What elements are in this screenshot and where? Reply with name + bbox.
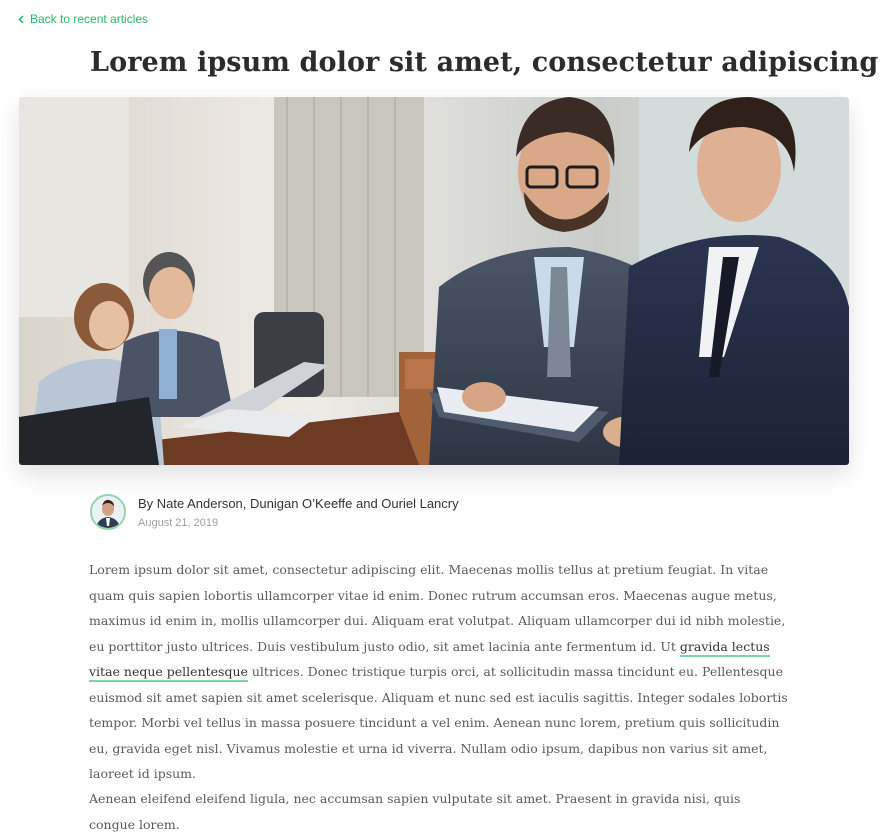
article-paragraph: Lorem ipsum dolor sit amet, consectetur … [89,557,789,787]
author-byline: By Nate Anderson, Dunigan O’Keeffe and O… [90,494,459,530]
back-link-label: Back to recent articles [30,12,149,26]
article-paragraph: Aenean eleifend eleifend ligula, nec acc… [89,791,741,832]
author-avatar[interactable] [90,494,126,530]
article-title: Lorem ipsum dolor sit amet, consectetur … [90,47,879,78]
author-names: By Nate Anderson, Dunigan O’Keeffe and O… [138,496,459,511]
chevron-left-icon [18,14,24,24]
hero-image [19,97,849,465]
back-to-articles-link[interactable]: Back to recent articles [18,12,148,26]
publish-date: August 21, 2019 [138,517,219,529]
